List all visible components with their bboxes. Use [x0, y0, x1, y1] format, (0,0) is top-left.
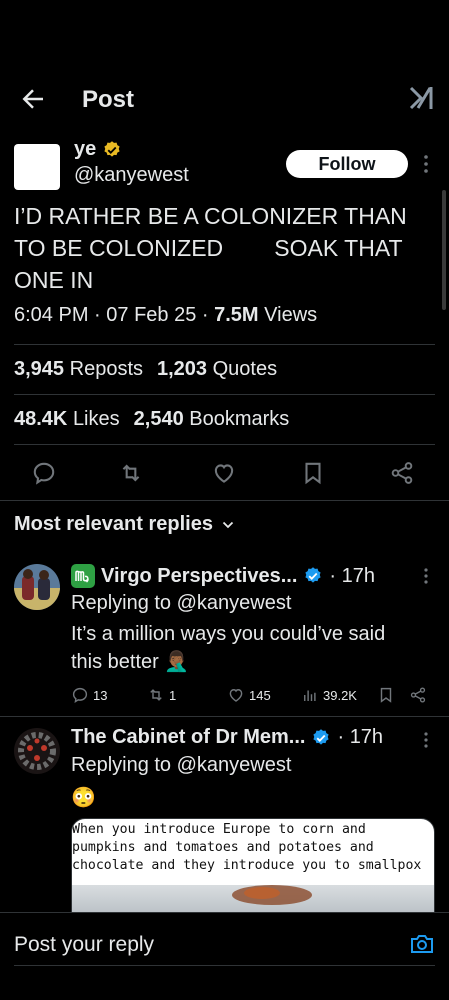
- reply-composer: Post your reply: [0, 912, 449, 1000]
- page-title: Post: [82, 86, 135, 113]
- replies-sort-label: Most relevant replies: [14, 513, 213, 535]
- bookmarks-link[interactable]: 2,540 Bookmarks: [134, 408, 290, 430]
- reply-input[interactable]: Post your reply: [14, 933, 154, 957]
- reply-emoji: 😳: [71, 787, 96, 809]
- bookmarks-label: Bookmarks: [189, 408, 290, 430]
- divider: [14, 344, 435, 345]
- author-handle[interactable]: @kanyewest: [74, 164, 189, 187]
- divider: [0, 500, 449, 501]
- post-text: I’D RATHER BE A COLONIZER THAN TO BE COL…: [14, 200, 434, 296]
- bookmarks-count: 2,540: [133, 408, 184, 430]
- divider: [14, 394, 435, 395]
- views-count: 7.5M: [214, 304, 259, 326]
- bookmark-icon[interactable]: [300, 460, 326, 486]
- repost-stats: 3,945 Reposts 1,203 Quotes: [14, 358, 277, 381]
- views-button[interactable]: 39.2K: [301, 686, 357, 704]
- quotes-link[interactable]: 1,203 Quotes: [157, 358, 277, 380]
- replying-to[interactable]: Replying to @kanyewest: [71, 592, 291, 615]
- like-icon[interactable]: [211, 460, 237, 486]
- repost-button[interactable]: 1: [147, 686, 176, 704]
- views-icon: [304, 690, 316, 701]
- more-icon[interactable]: [420, 730, 432, 750]
- gold-verified-icon: [104, 140, 120, 157]
- reply-time: · 17h: [337, 726, 384, 748]
- reply-actions: 13 1 145 39.2K: [71, 686, 441, 710]
- replying-to[interactable]: Replying to @kanyewest: [71, 754, 291, 777]
- author-name-row[interactable]: ye: [74, 138, 122, 161]
- quotes-count: 1,203: [157, 358, 208, 380]
- back-arrow-icon[interactable]: [18, 84, 48, 114]
- avatar[interactable]: [14, 144, 60, 190]
- bookmark-icon[interactable]: [377, 686, 395, 704]
- reply-text: It’s a million ways you could’ve said th…: [71, 620, 431, 676]
- reply-likes-count: 145: [249, 687, 271, 703]
- reply-time: · 17h: [329, 564, 375, 587]
- likes-label: Likes: [72, 408, 120, 430]
- reply-icon[interactable]: [31, 460, 57, 486]
- reply-author-name[interactable]: The Cabinet of Dr Mem...: [71, 726, 305, 749]
- post-text-line: TO BE COLONIZED SOAK THAT: [14, 235, 403, 261]
- like-stats: 48.4K Likes 2,540 Bookmarks: [14, 408, 289, 431]
- repost-icon[interactable]: [118, 460, 144, 486]
- more-icon[interactable]: [420, 152, 432, 176]
- like-icon: [229, 689, 243, 702]
- blue-verified-icon: [313, 728, 330, 745]
- chevron-down-icon: [222, 521, 234, 528]
- repost-icon: [150, 689, 162, 701]
- follow-button[interactable]: Follow: [286, 150, 408, 178]
- likes-link[interactable]: 48.4K Likes: [14, 408, 120, 430]
- reply-button[interactable]: 13: [71, 686, 107, 704]
- grok-icon[interactable]: [409, 84, 435, 112]
- reply-emoji: 🤦🏾‍♂️: [164, 651, 190, 673]
- reply-replies-count: 13: [93, 687, 108, 703]
- post-actions: [0, 456, 449, 490]
- replies-sort[interactable]: Most relevant replies: [14, 513, 235, 536]
- divider: [14, 444, 435, 445]
- reply-views-count: 39.2K: [323, 687, 357, 703]
- likes-count: 48.4K: [14, 408, 68, 430]
- post-text-line: ONE IN: [14, 267, 94, 293]
- media-caption: When you introduce Europe to corn and pu…: [72, 822, 422, 873]
- share-icon[interactable]: [409, 686, 427, 704]
- divider: [14, 965, 435, 966]
- avatar[interactable]: [14, 728, 60, 774]
- more-icon[interactable]: [420, 566, 432, 586]
- blue-verified-icon: [305, 567, 321, 583]
- reply-reposts-count: 1: [169, 687, 177, 703]
- post-time: 6:04 PM: [14, 304, 89, 326]
- reposts-label: Reposts: [69, 358, 143, 380]
- reply-icon: [72, 687, 88, 704]
- post-meta: 6:04 PM · 07 Feb 25 · 7.5M Views: [14, 304, 318, 326]
- reply-text-line: this better 🤦🏾‍♂️: [71, 651, 190, 673]
- author-name[interactable]: ye: [74, 138, 96, 161]
- avatar[interactable]: [14, 564, 60, 610]
- quotes-label: Quotes: [212, 358, 278, 380]
- top-bar: Post: [0, 72, 449, 128]
- post-date: 07 Feb 25: [106, 304, 197, 326]
- divider: [0, 716, 449, 717]
- views-label: Views: [264, 304, 318, 326]
- reposts-count: 3,945: [14, 358, 65, 380]
- scrollbar[interactable]: [442, 190, 446, 310]
- reply-author-name[interactable]: Virgo Perspectives...: [101, 565, 297, 588]
- post-text-line: I’D RATHER BE A COLONIZER THAN: [14, 203, 407, 229]
- post-author: ye @kanyewest Follow: [0, 138, 449, 194]
- reply-text-line: It’s a million ways you could’ve said: [71, 623, 386, 645]
- reply-header: Virgo Perspectives... · 17h: [71, 564, 375, 588]
- virgo-icon: [71, 564, 95, 588]
- reply-header: The Cabinet of Dr Mem... · 17h: [71, 726, 383, 749]
- share-icon[interactable]: [389, 460, 415, 486]
- camera-icon[interactable]: [409, 931, 435, 957]
- reposts-link[interactable]: 3,945 Reposts: [14, 358, 143, 380]
- like-button[interactable]: 145: [227, 686, 271, 704]
